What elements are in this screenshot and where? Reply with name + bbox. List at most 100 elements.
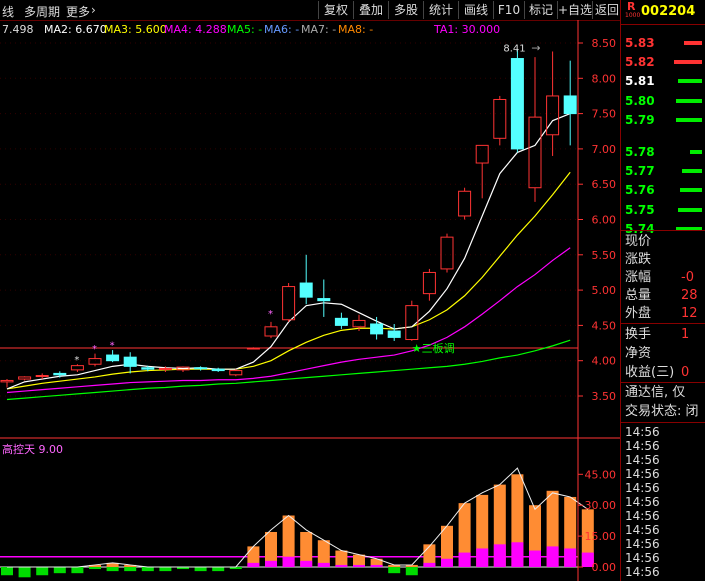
magenta-bar bbox=[476, 548, 489, 567]
candle-body bbox=[528, 116, 542, 189]
candle bbox=[546, 51, 560, 156]
magenta-bar bbox=[529, 550, 541, 567]
order-book-row[interactable]: 5.79 bbox=[625, 111, 655, 129]
y-tick-label: 8.00 bbox=[592, 72, 617, 85]
tab-line[interactable]: 线 bbox=[2, 3, 14, 20]
candle-body bbox=[440, 236, 454, 270]
tab-more[interactable]: 更多 bbox=[66, 3, 90, 20]
quote-field-value: 28 bbox=[681, 288, 698, 303]
order-book-row[interactable]: 5.77 bbox=[625, 162, 655, 180]
quote-field: 现价 bbox=[625, 233, 651, 251]
quote-field-label: 现价 bbox=[625, 234, 652, 249]
y-tick-label: 5.00 bbox=[592, 284, 617, 297]
overlay-button[interactable]: 叠加 bbox=[353, 1, 388, 19]
magenta-bar bbox=[317, 562, 330, 567]
green-bar bbox=[71, 567, 84, 574]
ma3-line bbox=[6, 171, 571, 390]
magenta-bar bbox=[458, 552, 471, 567]
fuquan-button[interactable]: 复权 bbox=[318, 1, 353, 19]
magenta-bar bbox=[247, 562, 260, 567]
sub-y-tick-label: 30.00 bbox=[585, 499, 617, 512]
order-price: 5.78 bbox=[625, 145, 655, 159]
order-book-row[interactable]: 5.80 bbox=[625, 92, 655, 110]
quote-field: 外盘 12 bbox=[625, 305, 698, 323]
candle-body bbox=[317, 298, 331, 302]
y-tick-label: 6.50 bbox=[592, 178, 617, 191]
tick-time: 14:56 bbox=[625, 523, 660, 537]
quote-field: 收益(三) 0 bbox=[625, 364, 689, 382]
quote-field: 涨跌 bbox=[625, 251, 651, 269]
candle bbox=[229, 369, 243, 377]
green-bar bbox=[194, 567, 207, 572]
tick-time: 14:56 bbox=[625, 537, 660, 551]
candle-body bbox=[194, 367, 208, 370]
green-bar bbox=[124, 567, 137, 572]
sub-chart-title: 高控天 9.00 bbox=[2, 442, 63, 456]
chevron-right-icon[interactable]: › bbox=[91, 3, 96, 17]
magenta-bar bbox=[335, 564, 348, 567]
order-book-row[interactable]: 5.82 bbox=[625, 53, 655, 71]
quote-field: 总量 28 bbox=[625, 287, 698, 305]
tick-time: 14:56 bbox=[625, 467, 660, 481]
kline-chart[interactable]: 8.41 → ★三板调 * * * * 高控天 9.00 8.50 8.00 7.50 7.00 6… bbox=[0, 20, 620, 581]
candle-body bbox=[352, 319, 366, 328]
candle bbox=[299, 254, 313, 305]
quote-field-value: -0 bbox=[681, 270, 694, 285]
candle bbox=[334, 312, 348, 329]
candle-body bbox=[106, 354, 120, 362]
quote-field: 换手 1 bbox=[625, 326, 689, 344]
volume-bar bbox=[684, 41, 702, 45]
tick-time: 14:56 bbox=[625, 551, 660, 565]
high-price-label: 8.41 bbox=[503, 43, 525, 54]
candle-body bbox=[18, 376, 32, 380]
volume-bar bbox=[690, 150, 702, 154]
divider bbox=[621, 422, 705, 423]
quote-field: 涨幅 -0 bbox=[625, 269, 694, 287]
signal-label: ★三板调 bbox=[412, 341, 455, 355]
order-book-row[interactable]: 5.81 bbox=[625, 72, 655, 90]
order-book-row[interactable]: 5.83 bbox=[625, 34, 655, 52]
order-price: 5.79 bbox=[625, 112, 655, 127]
candle bbox=[194, 366, 208, 371]
candle bbox=[405, 300, 419, 341]
candle bbox=[106, 350, 120, 363]
candle bbox=[440, 233, 454, 273]
green-bar bbox=[36, 567, 49, 576]
tick-time: 14:56 bbox=[625, 565, 660, 579]
divider bbox=[621, 323, 705, 324]
candle bbox=[370, 316, 384, 340]
candle-body bbox=[299, 282, 313, 298]
draw-line-button[interactable]: 画线 bbox=[458, 1, 493, 19]
logo: R 1000 bbox=[625, 0, 640, 20]
quote-panel: R 1000 002204 5.83 5.82 5.81 5.80 5.79 5.78 5.… bbox=[620, 0, 705, 581]
volume-bar bbox=[680, 188, 702, 193]
order-book-row[interactable]: 5.78 bbox=[625, 143, 655, 161]
order-book-row[interactable]: 5.75 bbox=[625, 201, 655, 219]
order-price: 5.80 bbox=[625, 93, 655, 108]
candle bbox=[264, 321, 278, 339]
green-bar bbox=[89, 567, 101, 570]
f10-button[interactable]: F10 bbox=[493, 1, 524, 19]
y-tick-label: 3.50 bbox=[592, 390, 617, 403]
statistics-button[interactable]: 统计 bbox=[423, 1, 458, 19]
quote-field-label: 收益(三) bbox=[625, 365, 675, 380]
candle-body bbox=[563, 95, 577, 115]
candle-body bbox=[211, 368, 225, 372]
candle-body bbox=[458, 190, 472, 217]
candle-body bbox=[158, 367, 172, 370]
tab-multi-period[interactable]: 多周期 bbox=[24, 3, 60, 20]
back-button[interactable]: 返回 bbox=[592, 1, 621, 19]
candle-body bbox=[370, 323, 384, 335]
order-book-row[interactable]: 5.76 bbox=[625, 181, 655, 199]
order-price: 5.81 bbox=[625, 74, 655, 89]
divider bbox=[621, 24, 705, 25]
add-watchlist-button[interactable]: +自选 bbox=[557, 1, 592, 19]
candle bbox=[123, 352, 137, 374]
magenta-bar bbox=[564, 548, 577, 567]
mark-button[interactable]: 标记 bbox=[524, 1, 557, 19]
multi-stock-button[interactable]: 多股 bbox=[388, 1, 423, 19]
candle-body bbox=[229, 370, 243, 376]
green-bar bbox=[212, 567, 225, 572]
candle-body bbox=[88, 358, 102, 365]
quote-field-label: 换手 bbox=[625, 327, 652, 342]
